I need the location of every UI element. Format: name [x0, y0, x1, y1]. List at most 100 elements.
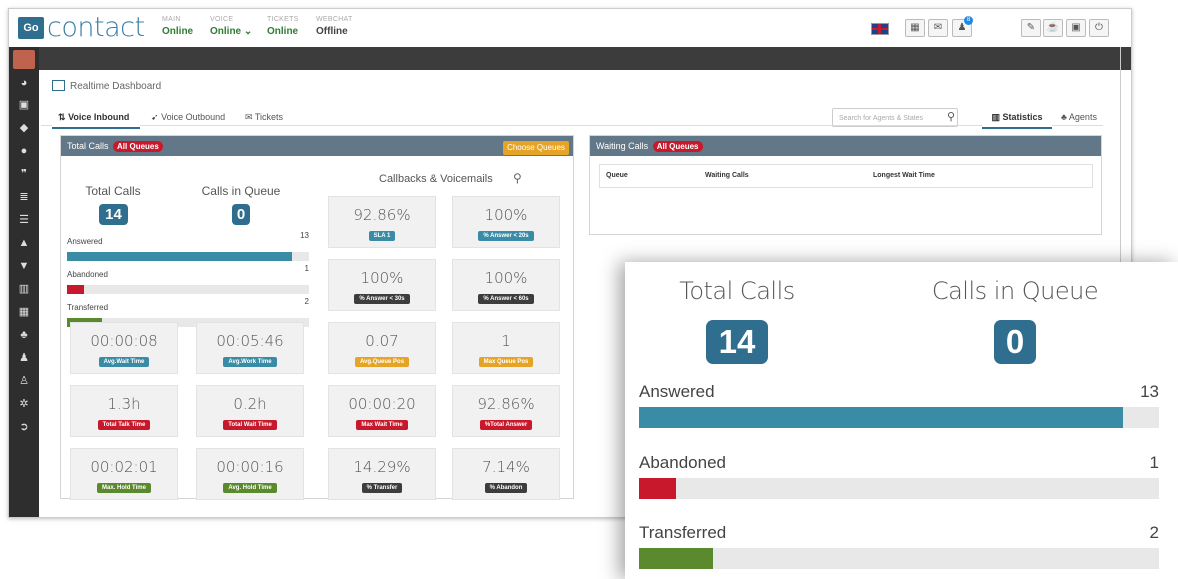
- logo-text: contact: [47, 12, 145, 43]
- stat-value: 00:00:16: [216, 458, 284, 476]
- tab-agents[interactable]: ♣ Agents: [1061, 107, 1097, 127]
- calls-in-queue-label: Calls in Queue: [201, 184, 281, 198]
- total-calls-label: Total Calls: [85, 184, 141, 198]
- uk-flag-icon[interactable]: [871, 23, 889, 35]
- bar-label: Answered: [639, 382, 715, 401]
- stat-value: 100%: [360, 269, 404, 287]
- ticket-icon: ✉: [245, 112, 253, 122]
- coffee-break-icon[interactable]: ☕: [1043, 19, 1063, 37]
- abandoned-row: Abandoned 1: [67, 264, 309, 294]
- panel-title: Total Calls: [67, 141, 109, 151]
- zoom-total-calls-count: 14: [706, 320, 768, 364]
- queue-badge: All Queues: [652, 141, 703, 152]
- tab-tickets[interactable]: ✉ Tickets: [245, 107, 283, 127]
- column-header: Longest Wait Time: [873, 172, 935, 179]
- status-webchat[interactable]: WEBCHAT Offline: [316, 16, 353, 37]
- logo-badge: Go: [18, 17, 44, 39]
- sidebar: ◕ ▣ ◆ ● ❞ ≣ ☰ ▲ ▼ ▥ ▦ ♣ ♟ ♙ ✲ ➲: [9, 47, 39, 517]
- bar-label: Abandoned: [639, 453, 726, 472]
- tab-statistics[interactable]: ▥ Statistics: [982, 107, 1052, 129]
- stat-card: 00:00:20 Max Wait Time: [328, 385, 436, 437]
- zoom-calls-in-queue-count: 0: [994, 320, 1036, 364]
- waiting-calls-panel: Waiting Calls All Queues Queue Waiting C…: [589, 135, 1102, 235]
- stat-tag: SLA 1: [368, 231, 396, 241]
- status-main[interactable]: MAIN Online: [162, 16, 193, 37]
- stat-card: 00:02:01 Max. Hold Time: [70, 448, 178, 500]
- stat-card: 0.2h Total Wait Time: [196, 385, 304, 437]
- tab-label: Voice Outbound: [161, 112, 226, 122]
- bar-track: [639, 548, 1159, 569]
- header-strip: [9, 47, 1131, 70]
- tab-voice-outbound[interactable]: ➹ Voice Outbound: [151, 107, 225, 127]
- stat-card: 100% % Answer < 20s: [452, 196, 560, 248]
- tab-label: Voice Inbound: [68, 112, 130, 122]
- search-icon[interactable]: ⚲: [513, 171, 522, 185]
- stat-card: 100% % Answer < 60s: [452, 259, 560, 311]
- phone-icon[interactable]: ▣: [18, 99, 30, 111]
- stat-card: 0.07 Avg.Queue Pos: [328, 322, 436, 374]
- power-icon[interactable]: ⏻: [1089, 19, 1109, 37]
- arrow-circle-icon[interactable]: ➲: [18, 421, 30, 433]
- stat-card: 92.86% %Total Answer: [452, 385, 560, 437]
- stat-value: 92.86%: [477, 395, 535, 413]
- users-icon[interactable]: ♣: [18, 329, 30, 341]
- status-value: Online: [162, 26, 194, 37]
- stat-value: 14.29%: [353, 458, 411, 476]
- user-icon[interactable]: ♟: [18, 352, 30, 364]
- contacts-icon[interactable]: ▦: [905, 19, 925, 37]
- list-icon[interactable]: ☰: [18, 214, 30, 226]
- stat-tag: Max Queue Pos: [478, 357, 534, 367]
- gear-icon[interactable]: ✲: [18, 398, 30, 410]
- stat-tag: Avg.Queue Pos: [354, 357, 410, 367]
- stat-card: 100% % Answer < 30s: [328, 259, 436, 311]
- callbacks-label: Callbacks & Voicemails: [379, 173, 493, 185]
- stat-tag: % Answer < 20s: [478, 231, 534, 241]
- search-input[interactable]: Search for Agents & States: [832, 108, 958, 127]
- stat-tag: %Total Answer: [479, 420, 533, 430]
- agent-icon[interactable]: ♙: [18, 375, 30, 387]
- stat-value: 1: [501, 332, 511, 350]
- quote-icon[interactable]: ❞: [18, 168, 30, 180]
- calls-in-queue-count: 0: [232, 204, 250, 225]
- tab-voice-inbound[interactable]: ⇅ Voice Inbound: [52, 107, 140, 129]
- stat-value: 0.2h: [233, 395, 267, 413]
- avatar[interactable]: [13, 50, 35, 69]
- edit-icon[interactable]: ✎: [1021, 19, 1041, 37]
- status-tickets[interactable]: TICKETS Online: [267, 16, 299, 37]
- zoom-transferred-row: Transferred 2: [639, 523, 1159, 569]
- answered-bar: [639, 407, 1123, 428]
- zoom-calls-in-queue-label: Calls in Queue: [931, 277, 1099, 305]
- calendar-icon[interactable]: ▦: [18, 306, 30, 318]
- stat-value: 92.86%: [353, 206, 411, 224]
- stat-tag: Total Wait Time: [223, 420, 277, 430]
- sort-icon: ⇅: [58, 112, 66, 122]
- choose-queues-button[interactable]: Choose Queues: [503, 141, 569, 155]
- database-icon[interactable]: ≣: [18, 191, 30, 203]
- stat-tag: Total Talk Time: [97, 420, 151, 430]
- status-voice[interactable]: VOICE Online ⌄: [210, 16, 252, 37]
- graduation-icon[interactable]: ▼: [18, 260, 30, 272]
- chart-icon[interactable]: ▥: [18, 283, 30, 295]
- stat-value: 00:02:01: [90, 458, 158, 476]
- stat-tag: Max. Hold Time: [97, 483, 151, 493]
- zoom-overlay: Total Calls 14 Calls in Queue 0 Answered…: [625, 262, 1178, 579]
- stat-card: 14.29% % Transfer: [328, 448, 436, 500]
- stat-card: 00:05:46 Avg.Work Time: [196, 322, 304, 374]
- answered-bar: [67, 252, 293, 261]
- zoom-abandoned-row: Abandoned 1: [639, 453, 1159, 499]
- search-icon[interactable]: ⚲: [947, 110, 955, 123]
- thumbs-up-icon[interactable]: ▲: [18, 237, 30, 249]
- chat-icon[interactable]: ●: [18, 145, 30, 157]
- announcement-icon[interactable]: ✉: [928, 19, 948, 37]
- waiting-calls-table-header: Queue Waiting Calls Longest Wait Time: [599, 164, 1093, 188]
- column-header: Queue: [606, 172, 628, 179]
- bar-track: [67, 252, 309, 261]
- bar-count: 2: [1149, 523, 1159, 542]
- tag-icon[interactable]: ◆: [18, 122, 30, 134]
- dashboard-icon[interactable]: ◕: [18, 77, 30, 89]
- stat-value: 0.07: [365, 332, 399, 350]
- bar-count: 13: [1140, 382, 1159, 401]
- lock-icon[interactable]: ▣: [1066, 19, 1086, 37]
- stat-value: 7.14%: [482, 458, 530, 476]
- stat-card: 7.14% % Abandon: [452, 448, 560, 500]
